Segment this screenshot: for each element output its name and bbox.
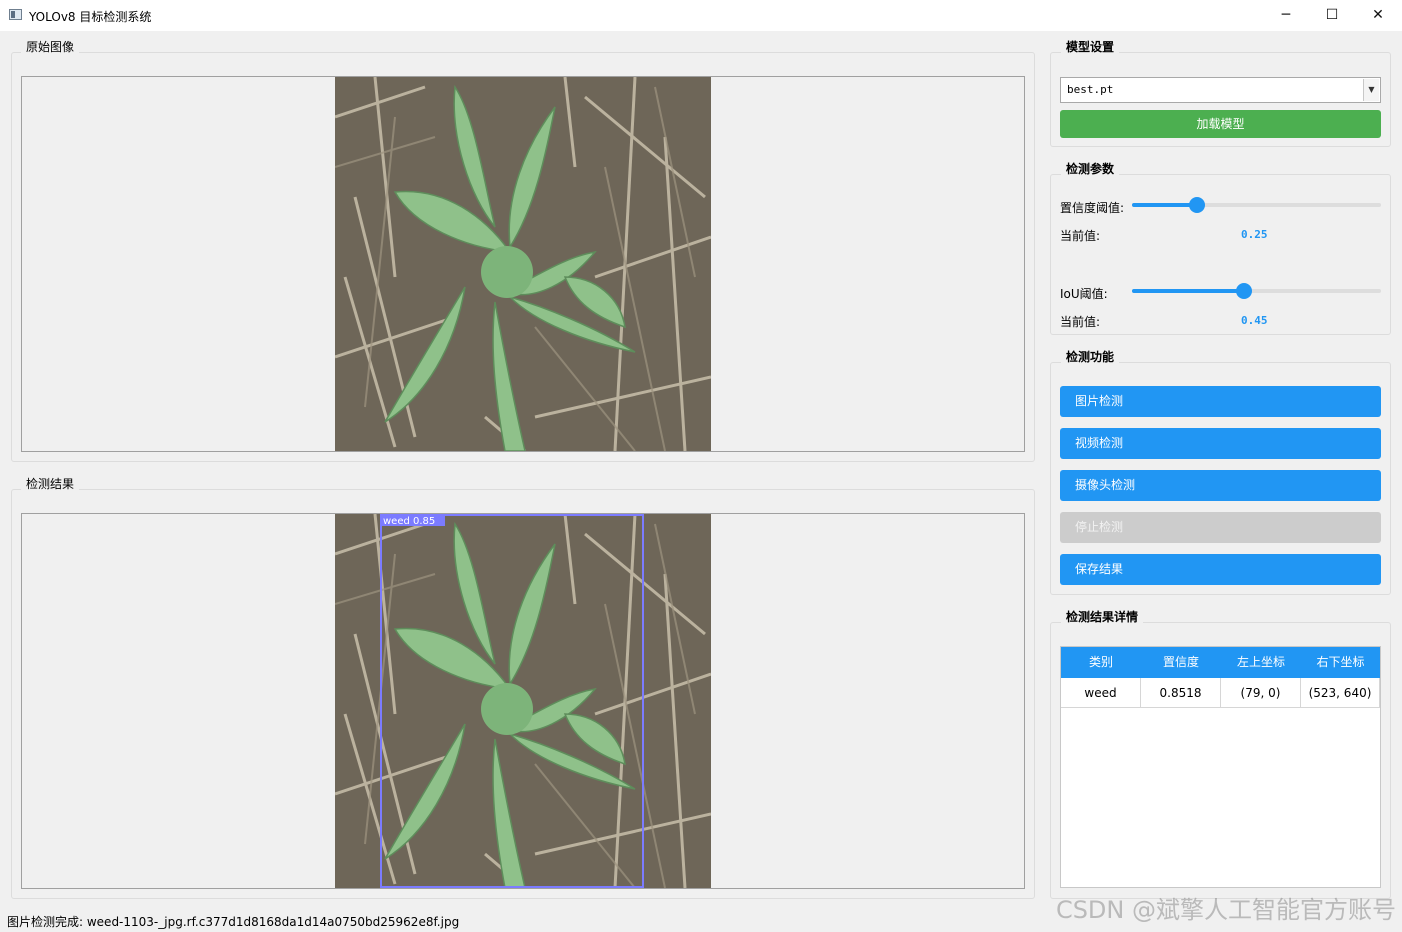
- results-table-header: 类别 置信度 左上坐标 右下坐标: [1061, 647, 1380, 678]
- confidence-current-label: 当前值:: [1060, 229, 1101, 243]
- minimize-button[interactable]: ─: [1263, 0, 1309, 31]
- video-detect-button[interactable]: 视频检测: [1060, 428, 1381, 459]
- image-detect-button[interactable]: 图片检测: [1060, 386, 1381, 417]
- result-plant-photo: weed 0.85: [335, 514, 711, 888]
- chevron-down-icon[interactable]: ▼: [1363, 79, 1379, 101]
- table-cell-class[interactable]: weed: [1061, 678, 1141, 708]
- iou-current-label: 当前值:: [1060, 315, 1101, 329]
- maximize-button[interactable]: ☐: [1309, 0, 1355, 31]
- window-titlebar: YOLOv8 目标检测系统 ─ ☐ ✕: [0, 0, 1402, 31]
- iou-value: 0.45: [1241, 314, 1268, 327]
- results-table[interactable]: 类别 置信度 左上坐标 右下坐标 weed 0.8518 (79, 0) (52…: [1060, 646, 1381, 888]
- iou-label: IoU阈值:: [1060, 287, 1108, 301]
- column-header-class[interactable]: 类别: [1061, 647, 1141, 678]
- column-header-top-left[interactable]: 左上坐标: [1221, 647, 1301, 678]
- result-plant-image: weed 0.85: [335, 514, 711, 888]
- table-cell-confidence[interactable]: 0.8518: [1141, 678, 1221, 708]
- iou-slider-fill: [1132, 289, 1245, 293]
- stop-detect-button[interactable]: 停止检测: [1060, 512, 1381, 543]
- close-button[interactable]: ✕: [1355, 0, 1401, 31]
- camera-detect-button[interactable]: 摄像头检测: [1060, 470, 1381, 501]
- result-image-title: 检测结果: [21, 477, 80, 491]
- confidence-slider-handle[interactable]: [1188, 197, 1205, 213]
- confidence-slider-fill: [1132, 203, 1197, 207]
- original-image-view: [21, 76, 1025, 452]
- table-cell-bottom-right[interactable]: (523, 640): [1301, 678, 1380, 708]
- original-image-title: 原始图像: [21, 40, 80, 54]
- iou-slider-handle[interactable]: [1236, 283, 1253, 299]
- save-result-button[interactable]: 保存结果: [1060, 554, 1381, 585]
- results-details-title: 检测结果详情: [1061, 610, 1144, 624]
- plant-image: [335, 77, 711, 451]
- column-header-confidence[interactable]: 置信度: [1141, 647, 1221, 678]
- confidence-value: 0.25: [1241, 228, 1268, 241]
- load-model-button[interactable]: 加载模型: [1060, 110, 1381, 138]
- model-select-value: best.pt: [1067, 83, 1114, 96]
- window-title: YOLOv8 目标检测系统: [29, 10, 152, 24]
- result-image-view: weed 0.85: [21, 513, 1025, 889]
- confidence-label: 置信度阈值:: [1060, 201, 1125, 215]
- model-select[interactable]: best.pt ▼: [1060, 77, 1381, 103]
- app-icon: [9, 9, 22, 20]
- iou-slider[interactable]: [1132, 283, 1381, 299]
- watermark: CSDN @斌擎人工智能官方账号: [1055, 896, 1396, 924]
- model-settings-title: 模型设置: [1061, 40, 1120, 54]
- original-plant-photo: [335, 77, 711, 451]
- column-header-bottom-right[interactable]: 右下坐标: [1301, 647, 1380, 678]
- confidence-slider[interactable]: [1132, 197, 1381, 213]
- table-cell-top-left[interactable]: (79, 0): [1221, 678, 1301, 708]
- detect-functions-title: 检测功能: [1061, 350, 1120, 364]
- status-message: 图片检测完成: weed-1103-_jpg.rf.c377d1d8168da1…: [7, 915, 460, 929]
- detect-params-title: 检测参数: [1061, 162, 1120, 176]
- detection-label: weed 0.85: [383, 516, 435, 527]
